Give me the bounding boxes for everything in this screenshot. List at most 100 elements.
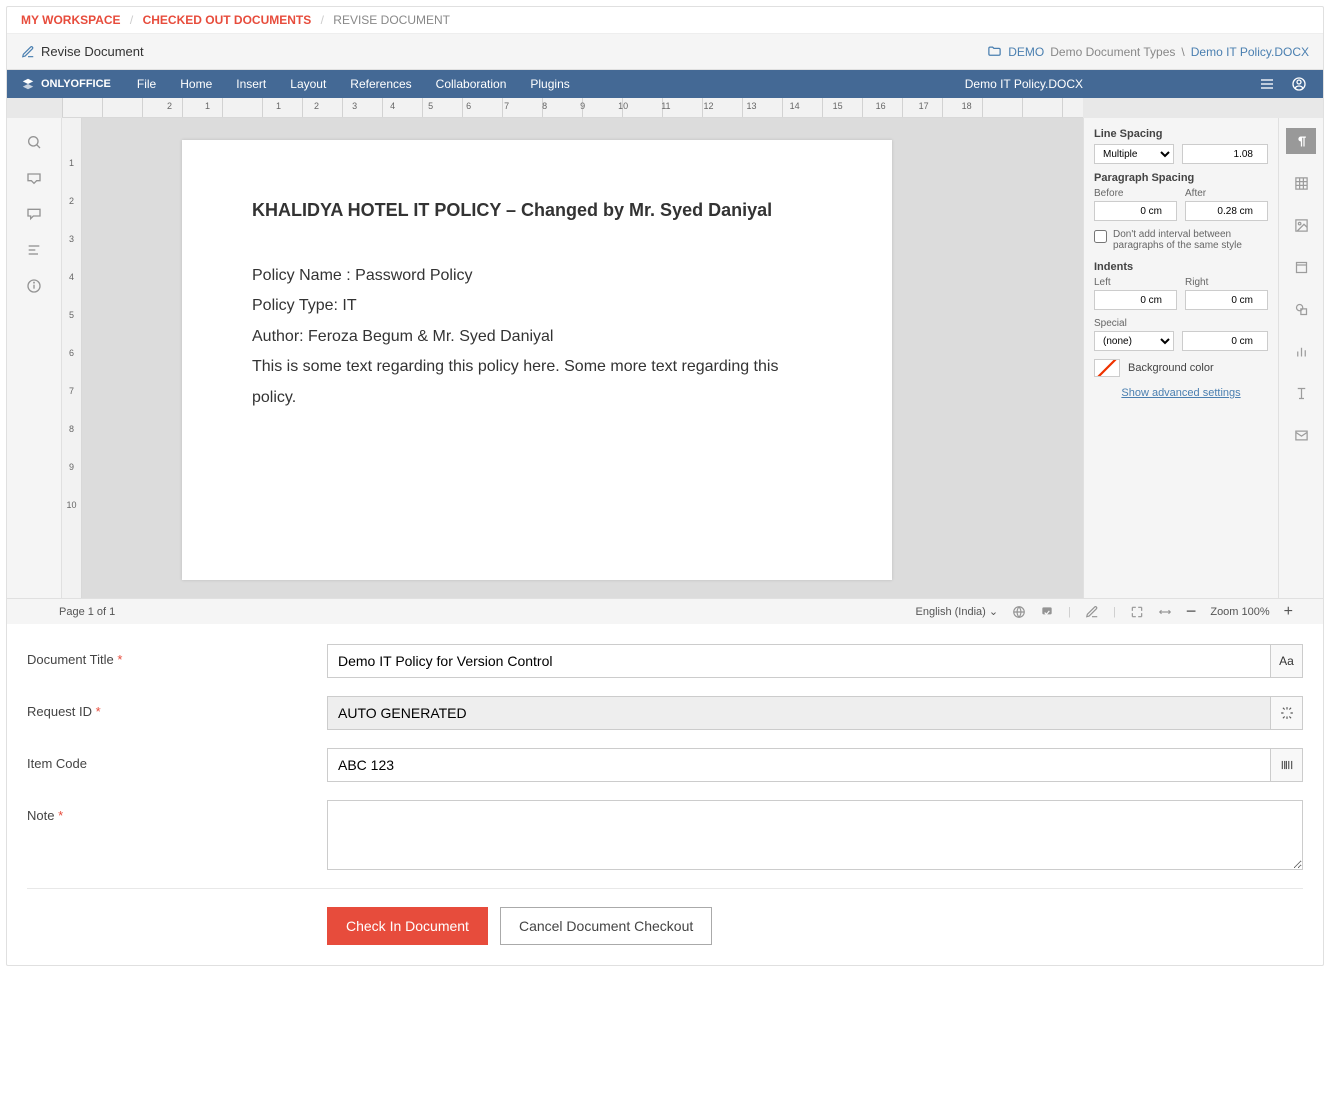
doc-para-2[interactable]: Policy Type: IT [252,291,822,321]
item-code-input[interactable] [327,748,1271,782]
fitpage-icon[interactable] [1130,605,1144,619]
indent-right-label: Right [1185,277,1268,288]
user-icon[interactable] [1291,76,1307,92]
chart-icon[interactable] [1286,338,1316,364]
image-icon[interactable] [1286,212,1316,238]
document-editor: ONLYOFFICE File Home Insert Layout Refer… [7,70,1323,624]
dont-add-checkbox[interactable] [1094,230,1107,243]
editor-doc-name: Demo IT Policy.DOCX [965,77,1243,91]
request-id-label: Request ID [27,704,92,719]
dont-add-interval[interactable]: Don't add interval between paragraphs of… [1094,229,1268,251]
language-selector[interactable]: English (India) ⌄ [916,605,999,618]
indent-right[interactable] [1185,290,1268,310]
doc-title-case-button[interactable]: Aa [1271,644,1303,678]
textart-icon[interactable] [1286,380,1316,406]
search-icon[interactable] [26,134,42,150]
edit-icon [21,45,35,59]
before-value[interactable] [1094,201,1177,221]
special-mode[interactable]: (none) [1094,331,1174,351]
mail-icon[interactable] [1286,422,1316,448]
indent-left[interactable] [1094,290,1177,310]
trackchanges-icon[interactable] [1085,605,1099,619]
line-spacing-value[interactable] [1182,144,1268,164]
zoom-out[interactable]: − [1186,601,1197,622]
note-textarea[interactable] [327,800,1303,870]
folder-icon [987,44,1002,59]
metadata-form: Document Title * Aa Request ID * Item Co… [7,624,1323,965]
indent-left-label: Left [1094,277,1177,288]
page-title: Revise Document [41,44,144,59]
left-toolbar [7,118,62,598]
menu-home[interactable]: Home [168,70,224,98]
file-path: DEMO Demo Document Types \ Demo IT Polic… [987,44,1309,59]
menu-bar: ONLYOFFICE File Home Insert Layout Refer… [7,70,1323,98]
doc-title-input[interactable] [327,644,1271,678]
zoom-in[interactable]: + [1284,603,1293,621]
fitwidth-icon[interactable] [1158,605,1172,619]
editor-canvas[interactable]: KHALIDYA HOTEL IT POLICY – Changed by Mr… [82,118,1083,598]
hamburger-icon[interactable] [1259,76,1275,92]
path-demo[interactable]: DEMO [1008,45,1044,59]
shape-icon[interactable] [1286,296,1316,322]
page-indicator[interactable]: Page 1 of 1 [59,606,115,618]
header-icon[interactable] [1286,254,1316,280]
menu-references[interactable]: References [338,70,423,98]
paragraph-panel: Line Spacing Multiple Paragraph Spacing … [1083,118,1278,598]
request-id-generate-button[interactable] [1271,696,1303,730]
zoom-level[interactable]: Zoom 100% [1210,606,1269,618]
table-icon[interactable] [1286,170,1316,196]
horizontal-ruler[interactable]: 21123456789101112131415161718 [62,98,1083,118]
headings-icon[interactable] [26,242,42,258]
item-code-label: Item Code [27,756,87,771]
bgcolor-label: Background color [1128,362,1214,374]
line-spacing-mode[interactable]: Multiple [1094,144,1174,164]
cancel-checkout-button[interactable]: Cancel Document Checkout [500,907,712,945]
vertical-ruler[interactable]: 12345678910 [62,118,82,598]
info-icon[interactable] [26,278,42,294]
special-label: Special [1094,318,1268,329]
special-value[interactable] [1182,331,1268,351]
checkin-button[interactable]: Check In Document [327,907,488,945]
item-code-barcode-button[interactable] [1271,748,1303,782]
doc-heading[interactable]: KHALIDYA HOTEL IT POLICY – Changed by Mr… [252,200,822,221]
onlyoffice-icon [21,77,35,91]
before-label: Before [1094,188,1177,199]
globe-icon[interactable] [1012,605,1026,619]
status-bar: Page 1 of 1 English (India) ⌄ | | − Zoom… [7,598,1323,624]
line-spacing-label: Line Spacing [1094,128,1268,140]
form-divider [27,888,1303,889]
request-id-input [327,696,1271,730]
advanced-settings-link[interactable]: Show advanced settings [1094,387,1268,399]
note-label: Note [27,808,54,823]
doc-para-3[interactable]: Author: Feroza Begum & Mr. Syed Daniyal [252,322,822,352]
path-file[interactable]: Demo IT Policy.DOCX [1191,45,1309,59]
spellcheck-icon[interactable] [1040,605,1054,619]
para-spacing-label: Paragraph Spacing [1094,172,1268,184]
chat-icon[interactable] [26,206,42,222]
document-page[interactable]: KHALIDYA HOTEL IT POLICY – Changed by Mr… [182,140,892,580]
breadcrumb-sep: / [321,13,324,27]
breadcrumb-workspace[interactable]: MY WORKSPACE [21,13,121,27]
menu-plugins[interactable]: Plugins [518,70,581,98]
editor-brand: ONLYOFFICE [7,77,125,91]
menu-layout[interactable]: Layout [278,70,338,98]
doc-para-1[interactable]: Policy Name : Password Policy [252,261,822,291]
menu-file[interactable]: File [125,70,168,98]
doc-title-label: Document Title [27,652,114,667]
bgcolor-swatch[interactable] [1094,359,1120,377]
menu-insert[interactable]: Insert [224,70,278,98]
after-value[interactable] [1185,201,1268,221]
comments-icon[interactable] [26,170,42,186]
paragraph-icon[interactable] [1286,128,1316,154]
after-label: After [1185,188,1268,199]
doc-para-4[interactable]: This is some text regarding this policy … [252,352,822,413]
path-types[interactable]: Demo Document Types [1050,45,1175,59]
path-sep: \ [1181,45,1184,59]
menu-collaboration[interactable]: Collaboration [424,70,519,98]
breadcrumb-checkedout[interactable]: CHECKED OUT DOCUMENTS [143,13,312,27]
title-bar: Revise Document DEMO Demo Document Types… [7,34,1323,70]
breadcrumb-current: REVISE DOCUMENT [333,13,450,27]
indents-label: Indents [1094,261,1268,273]
breadcrumb-sep: / [130,13,133,27]
breadcrumb: MY WORKSPACE / CHECKED OUT DOCUMENTS / R… [7,7,1323,34]
